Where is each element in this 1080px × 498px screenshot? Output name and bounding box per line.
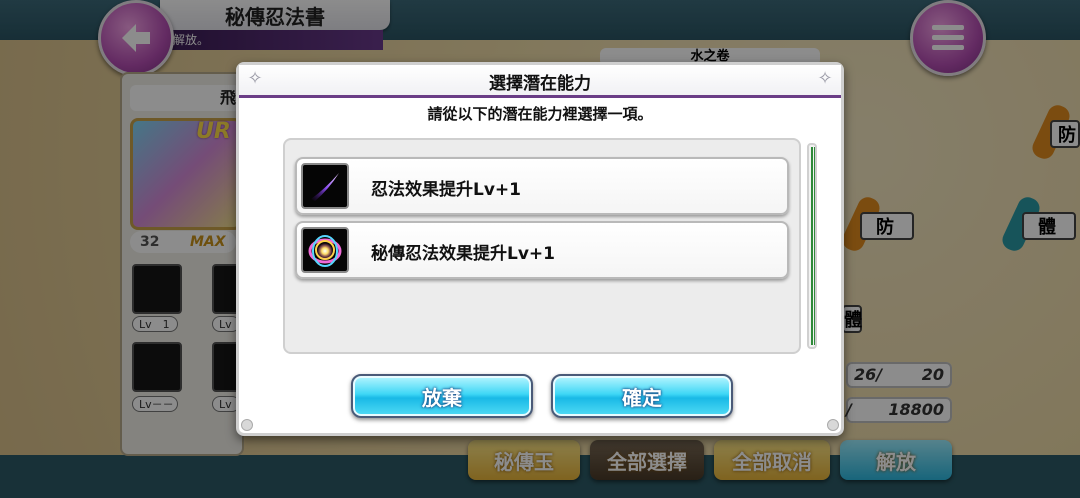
rainbow-orb-icon [301,227,349,273]
dialog-instruction: 請從以下的潛在能力裡選擇一項。 [427,105,653,123]
cancel-button[interactable]: 放棄 [351,374,533,418]
purple-slash-icon [301,163,349,209]
scrollbar-thumb-edge [814,147,815,345]
confirm-button[interactable]: 確定 [551,374,733,418]
option-list-scrollbar[interactable] [807,143,817,349]
corner-rivet [241,419,253,431]
scrollbar-thumb[interactable] [811,147,813,345]
option-label: 秘傳忍法效果提升Lv+1 [371,244,555,264]
potential-ability-dialog: ✧ 選擇潛在能力 ✧ 請從以下的潛在能力裡選擇一項。 忍法效果提升Lv+1 秘傳… [236,62,844,436]
dialog-header: ✧ 選擇潛在能力 ✧ [239,65,841,98]
option-secret-ninpo-effect[interactable]: 秘傳忍法效果提升Lv+1 [295,221,789,279]
option-label: 忍法效果提升Lv+1 [371,180,521,200]
dialog-title: 選擇潛在能力 [489,74,591,94]
option-ninpo-effect[interactable]: 忍法效果提升Lv+1 [295,157,789,215]
ornament-icon: ✧ [817,68,833,89]
corner-rivet [827,419,839,431]
